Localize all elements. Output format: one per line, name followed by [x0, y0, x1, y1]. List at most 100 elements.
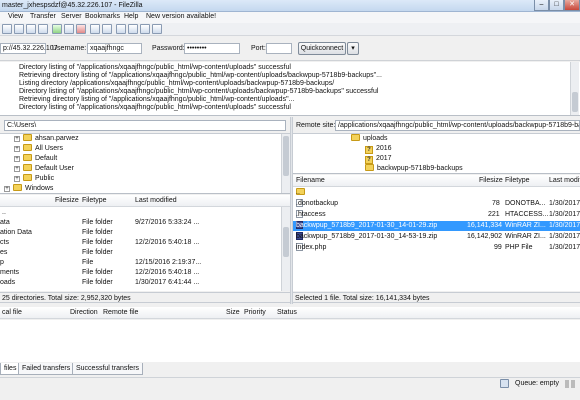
- tree-item[interactable]: + Default User: [14, 164, 74, 174]
- menu-view[interactable]: View: [8, 13, 23, 20]
- tree-item[interactable]: + ahsan.parwez: [14, 134, 79, 144]
- message-log: Directory listing of "/applications/xqaa…: [0, 62, 580, 116]
- process-queue-icon[interactable]: [64, 24, 74, 34]
- column-header[interactable]: Status: [277, 309, 297, 316]
- expand-icon: +: [14, 156, 20, 162]
- remote-file-list: Filename Filesize Filetype Last modified…: [293, 175, 580, 291]
- pane-splitter[interactable]: [290, 117, 293, 304]
- cancel-icon[interactable]: [76, 24, 86, 34]
- compare-icon[interactable]: [128, 24, 138, 34]
- column-header[interactable]: cal file: [2, 309, 22, 316]
- queue-tabs: files Failed transfers Successful transf…: [0, 363, 580, 376]
- table-row[interactable]: oads File folder 1/30/2017 6:41:44 ...: [0, 278, 281, 288]
- remote-list-header: Filename Filesize Filetype Last modified: [293, 175, 580, 187]
- column-header[interactable]: Filename: [296, 175, 325, 187]
- local-list-scrollbar[interactable]: [281, 207, 290, 291]
- tree-item[interactable]: backwpup-5718b9-backups: [365, 164, 463, 173]
- column-header[interactable]: Filesize: [479, 175, 503, 187]
- expand-icon: +: [14, 176, 20, 182]
- tree-item[interactable]: + All Users: [14, 144, 63, 154]
- refresh-icon[interactable]: [52, 24, 62, 34]
- unknown-folder-icon: ?: [365, 146, 373, 154]
- column-header[interactable]: Filetype: [82, 195, 107, 207]
- tree-item[interactable]: + Default: [14, 154, 57, 164]
- port-field[interactable]: [266, 43, 292, 54]
- log-line: Directory listing of "/applications/xqaa…: [19, 64, 291, 71]
- remote-path-field[interactable]: /applications/xqaajfhngc/public_html/wp-…: [335, 120, 580, 131]
- column-header[interactable]: Filetype: [505, 175, 530, 187]
- toolbar: [0, 23, 580, 36]
- column-header[interactable]: Last modified: [549, 175, 580, 187]
- local-list-header: Filesize Filetype Last modified: [0, 195, 290, 207]
- sync-browse-icon[interactable]: [140, 24, 150, 34]
- column-header[interactable]: Direction: [70, 309, 98, 316]
- queue-icon: [500, 379, 509, 388]
- table-row[interactable]: .htaccess 221 HTACCESS... 1/30/2017: [293, 210, 580, 220]
- log-line: Directory listing of "/applications/xqaa…: [19, 88, 379, 95]
- tree-item[interactable]: + Public: [14, 174, 54, 184]
- menu-bar: View Transfer Server Bookmarks Help New …: [0, 12, 580, 23]
- remote-path-bar: Remote site: /applications/xqaajfhngc/pu…: [293, 117, 580, 134]
- table-row[interactable]: es File folder: [0, 248, 281, 258]
- table-row[interactable]: cts File folder 12/2/2016 5:40:18 ...: [0, 238, 281, 248]
- tree-item[interactable]: uploads: [351, 134, 388, 144]
- column-header[interactable]: Priority: [244, 309, 266, 316]
- maximize-button[interactable]: □: [549, 0, 564, 11]
- table-row[interactable]: p File 12/15/2016 2:19:37...: [0, 258, 281, 268]
- toggle-remote-tree-icon[interactable]: [38, 24, 48, 34]
- filter-icon[interactable]: [116, 24, 126, 34]
- tree-item[interactable]: ? 2017: [365, 154, 392, 164]
- log-scrollbar[interactable]: [570, 62, 579, 115]
- tree-item[interactable]: + Windows: [4, 184, 53, 193]
- log-line: Retrieving directory listing of "/applic…: [19, 72, 382, 79]
- column-header[interactable]: Filesize: [55, 195, 79, 207]
- queue-status: Queue: empty: [515, 380, 559, 387]
- menu-new-version[interactable]: New version available!: [146, 13, 216, 20]
- table-row[interactable]: ata File folder 9/27/2016 5:33:24 ...: [0, 218, 281, 228]
- disconnect-icon[interactable]: [90, 24, 100, 34]
- minimize-button[interactable]: –: [534, 0, 549, 11]
- tab-successful-transfers[interactable]: Successful transfers: [72, 363, 144, 375]
- column-header[interactable]: Remote file: [103, 309, 138, 316]
- folder-icon: [23, 174, 32, 181]
- table-row-selected[interactable]: backwpup_5718b9_2017-01-30_14-01-29.zip 1…: [293, 221, 580, 231]
- menu-server[interactable]: Server: [61, 13, 82, 20]
- table-row[interactable]: .donotbackup 78 DONOTBA... 1/30/2017: [293, 199, 580, 209]
- queue-header: cal file Direction Remote file Size Prio…: [0, 307, 580, 319]
- tab-failed-transfers[interactable]: Failed transfers: [18, 363, 75, 375]
- tree-item[interactable]: ? 2016: [365, 144, 392, 154]
- reconnect-icon[interactable]: [102, 24, 112, 34]
- host-field[interactable]: p://45.32.226.107: [0, 43, 58, 54]
- activity-indicator-icon: [565, 380, 569, 388]
- quickconnect-button[interactable]: Quickconnect: [298, 42, 346, 55]
- menu-help[interactable]: Help: [124, 13, 138, 20]
- menu-transfer[interactable]: Transfer: [30, 13, 56, 20]
- chevron-down-icon: ▾: [351, 45, 355, 52]
- table-row[interactable]: ..: [0, 208, 281, 218]
- menu-bookmarks[interactable]: Bookmarks: [85, 13, 120, 20]
- window-title: master_jxhespsdzf@45.32.226.107 - FileZi…: [2, 2, 143, 9]
- folder-icon: [23, 164, 32, 171]
- folder-icon: [13, 184, 22, 191]
- table-row[interactable]: ..: [293, 188, 580, 198]
- local-tree-scrollbar[interactable]: [281, 134, 290, 193]
- search-icon[interactable]: [152, 24, 162, 34]
- table-row[interactable]: ments File folder 12/2/2016 5:40:18 ...: [0, 268, 281, 278]
- remote-directory-tree: uploads ? 2016 ? 2017 backwpup-5718b9-back…: [293, 134, 580, 174]
- toggle-local-tree-icon[interactable]: [26, 24, 36, 34]
- column-header[interactable]: Last modified: [135, 195, 177, 207]
- password-field[interactable]: ••••••••: [184, 43, 240, 54]
- column-header[interactable]: Size: [226, 309, 240, 316]
- expand-icon: +: [14, 166, 20, 172]
- table-row[interactable]: index.php 99 PHP File 1/30/2017: [293, 243, 580, 253]
- table-row[interactable]: ation Data File folder: [0, 228, 281, 238]
- quickconnect-dropdown-button[interactable]: ▾: [347, 42, 359, 55]
- site-manager-icon[interactable]: [2, 24, 12, 34]
- unknown-folder-icon: ?: [365, 156, 373, 164]
- close-button[interactable]: ✕: [564, 0, 580, 11]
- local-path-field[interactable]: C:\Users\: [4, 120, 286, 131]
- table-row[interactable]: backwpup_5718b9_2017-01-30_14-53-19.zip 1…: [293, 232, 580, 242]
- folder-icon: [23, 144, 32, 151]
- username-field[interactable]: xqaajfhngc: [87, 43, 142, 54]
- toggle-log-icon[interactable]: [14, 24, 24, 34]
